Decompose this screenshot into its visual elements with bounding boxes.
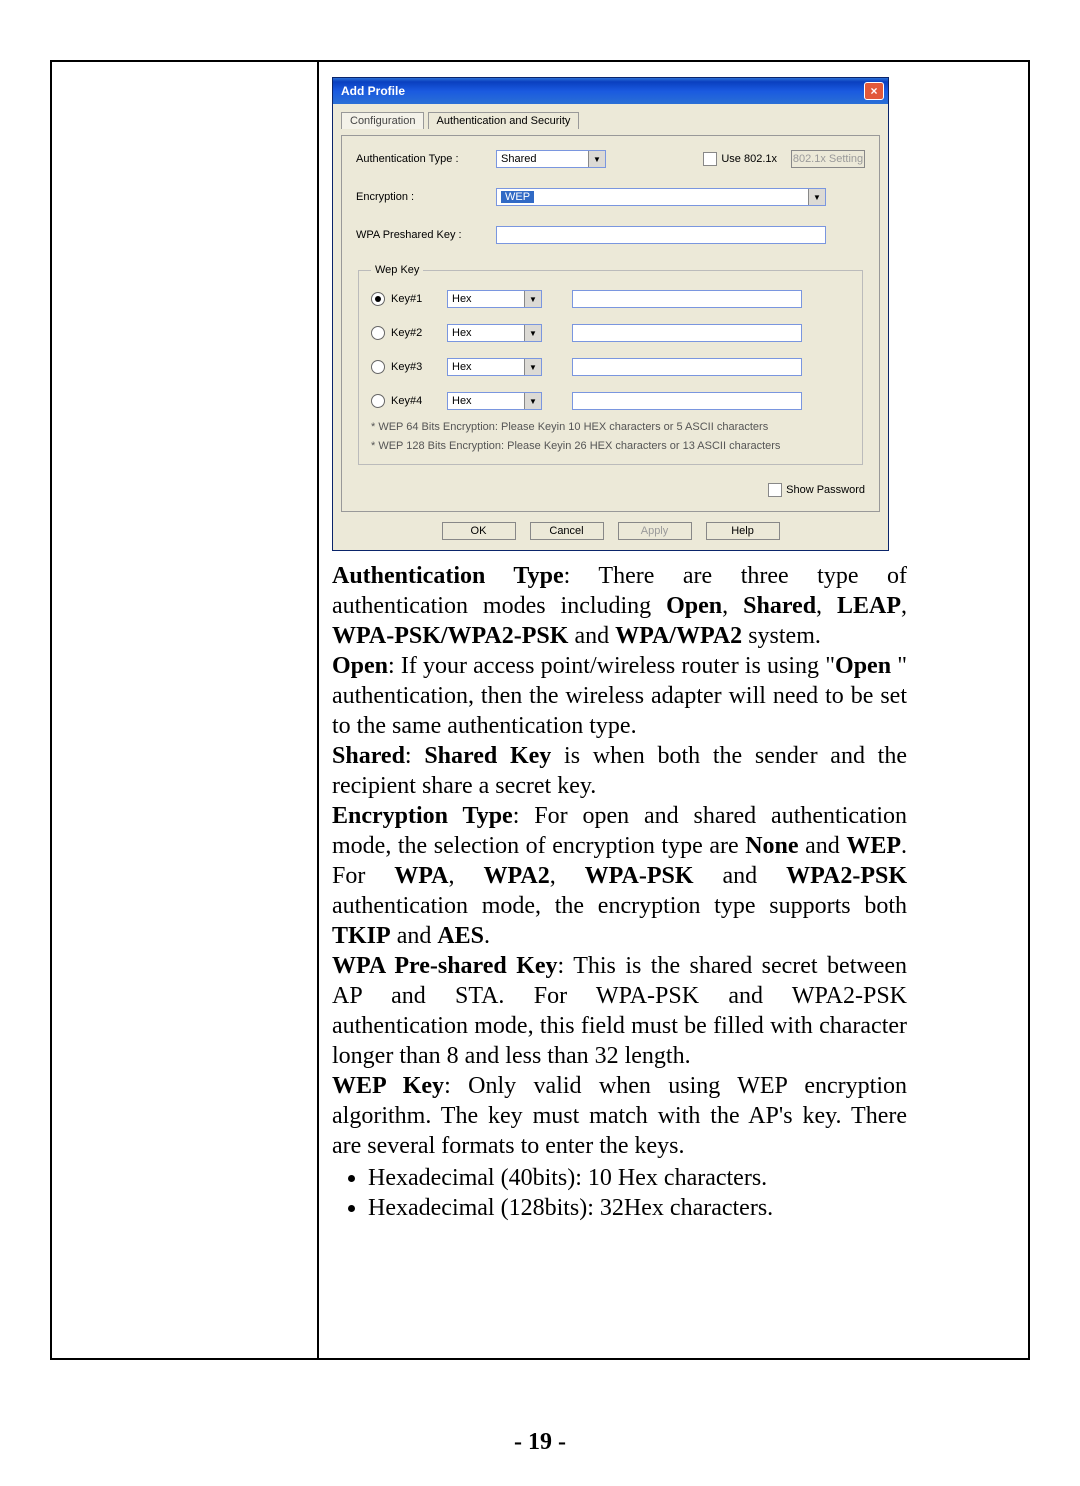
body-text: Authentication Type: There are three typ… [332, 561, 907, 1223]
wep-key3-format-select[interactable]: Hex ▼ [447, 358, 542, 376]
wpa-psk-input[interactable] [496, 226, 826, 244]
wep-key3-format: Hex [452, 361, 472, 373]
wep-key4-radio[interactable] [371, 394, 385, 408]
wep-key1-format-select[interactable]: Hex ▼ [447, 290, 542, 308]
wep-key2-format-select[interactable]: Hex ▼ [447, 324, 542, 342]
cancel-button[interactable]: Cancel [530, 522, 604, 540]
wep-key-row-2: Key#2 Hex ▼ [371, 324, 850, 342]
show-password-checkbox[interactable] [768, 483, 782, 497]
wep-key3-input[interactable] [572, 358, 802, 376]
wep-key1-radio[interactable] [371, 292, 385, 306]
wep-note-64: * WEP 64 Bits Encryption: Please Keyin 1… [371, 420, 850, 435]
dialog-tabpanel: Authentication Type : Shared ▼ Use 802.1… [341, 135, 880, 512]
wep-key4-format-select[interactable]: Hex ▼ [447, 392, 542, 410]
tab-authentication-security[interactable]: Authentication and Security [428, 112, 580, 129]
page-number: - 19 - [0, 1429, 1080, 1456]
dialog-title: Add Profile [341, 84, 405, 98]
wep-key3-label: Key#3 [391, 361, 447, 373]
chevron-down-icon: ▼ [524, 291, 541, 307]
auth-type-label: Authentication Type : [356, 153, 496, 165]
wep-key1-input[interactable] [572, 290, 802, 308]
use-8021x-checkbox[interactable] [703, 152, 717, 166]
encryption-select[interactable]: WEP ▼ [496, 188, 826, 206]
chevron-down-icon: ▼ [808, 189, 825, 205]
chevron-down-icon: ▼ [588, 151, 605, 167]
wep-key-group: Wep Key Key#1 Hex ▼ Key# [358, 264, 863, 465]
wep-key-term: WEP Key [332, 1073, 444, 1099]
wep-key1-format: Hex [452, 293, 472, 305]
use-8021x-label: Use 802.1x [721, 153, 777, 165]
dialog-tabs: Configuration Authentication and Securit… [341, 112, 880, 129]
help-button[interactable]: Help [706, 522, 780, 540]
encryption-type-term: Encryption Type [332, 803, 513, 829]
add-profile-dialog: Add Profile × Configuration Authenticati… [332, 77, 889, 551]
wep-key4-format: Hex [452, 395, 472, 407]
close-icon[interactable]: × [864, 82, 884, 100]
8021x-setting-button[interactable]: 802.1x Setting [791, 150, 865, 168]
apply-button[interactable]: Apply [618, 522, 692, 540]
wep-formats-list: Hexadecimal (40bits): 10 Hex characters.… [338, 1163, 907, 1223]
show-password-label: Show Password [786, 484, 865, 496]
chevron-down-icon: ▼ [524, 359, 541, 375]
auth-type-select[interactable]: Shared ▼ [496, 150, 606, 168]
open-term: Open [332, 653, 388, 679]
chevron-down-icon: ▼ [524, 393, 541, 409]
chevron-down-icon: ▼ [524, 325, 541, 341]
wep-key2-radio[interactable] [371, 326, 385, 340]
dialog-body: Configuration Authentication and Securit… [333, 104, 888, 550]
auth-type-value: Shared [501, 153, 536, 165]
ok-button[interactable]: OK [442, 522, 516, 540]
wep-key3-radio[interactable] [371, 360, 385, 374]
tab-configuration[interactable]: Configuration [341, 112, 424, 129]
encryption-value: WEP [501, 191, 534, 203]
wep-key-row-1: Key#1 Hex ▼ [371, 290, 850, 308]
wpa-psk-label: WPA Preshared Key : [356, 229, 496, 241]
wep-key1-label: Key#1 [391, 293, 447, 305]
wpa-psk-term: WPA Pre-shared Key [332, 953, 558, 979]
wep-key4-label: Key#4 [391, 395, 447, 407]
wep-key2-input[interactable] [572, 324, 802, 342]
encryption-label: Encryption : [356, 191, 496, 203]
wep-key2-label: Key#2 [391, 327, 447, 339]
wep-key4-input[interactable] [572, 392, 802, 410]
dialog-titlebar: Add Profile × [333, 78, 888, 104]
auth-type-term: Authentication Type [332, 563, 564, 589]
shared-term: Shared [332, 743, 405, 769]
list-item: Hexadecimal (40bits): 10 Hex characters. [368, 1163, 907, 1193]
wep-note-128: * WEP 128 Bits Encryption: Please Keyin … [371, 439, 850, 454]
wep-key2-format: Hex [452, 327, 472, 339]
wep-key-row-3: Key#3 Hex ▼ [371, 358, 850, 376]
wep-key-row-4: Key#4 Hex ▼ [371, 392, 850, 410]
wep-key-legend: Wep Key [371, 264, 423, 276]
list-item: Hexadecimal (128bits): 32Hex characters. [368, 1193, 907, 1223]
